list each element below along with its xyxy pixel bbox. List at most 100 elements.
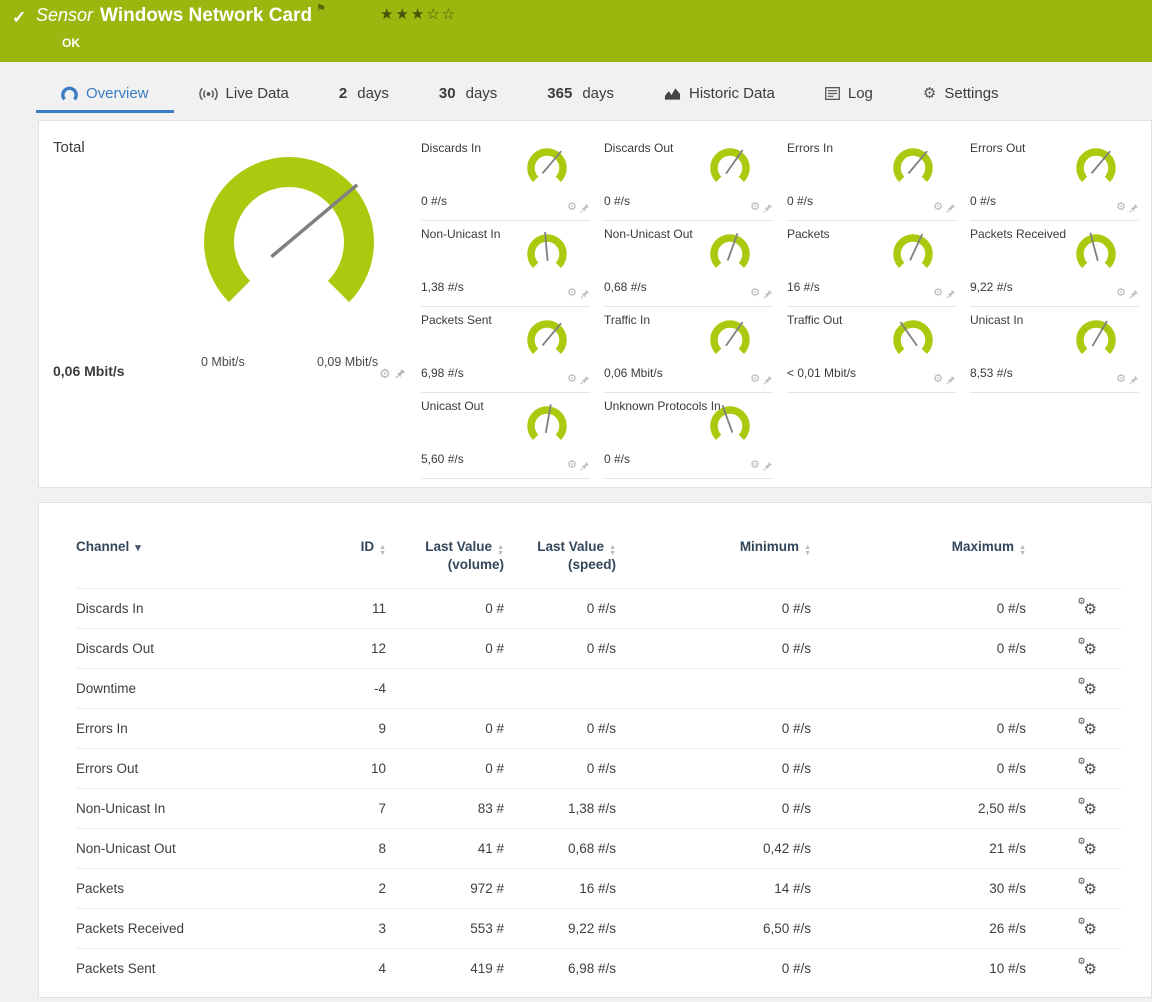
pin-icon[interactable] [763,289,773,299]
gauge-settings-icon[interactable]: ⚙ [933,288,943,299]
gauge-settings-icon[interactable]: ⚙ [933,202,943,213]
gauge-settings-icon[interactable]: ⚙ [567,460,577,471]
pin-icon[interactable] [580,375,590,385]
col-maximum[interactable]: Maximum▲▼ [811,539,1026,589]
flag-icon[interactable]: ⚑ [316,3,326,15]
gauge-settings-icon[interactable]: ⚙ [379,367,391,380]
channel-settings-icon[interactable]: ⚙⚙ [1084,680,1097,698]
status-check-icon: ✓ [12,8,26,28]
sort-icon[interactable]: ▲▼ [804,545,811,557]
col-last-value-speed[interactable]: Last Value▲▼ (speed) [504,539,616,589]
channel-settings-icon[interactable]: ⚙⚙ [1084,600,1097,618]
col-last-value-volume[interactable]: Last Value▲▼ (volume) [386,539,504,589]
tab-2-days[interactable]: 2 days [314,77,414,113]
sort-icon[interactable]: ▲▼ [497,545,504,557]
gauge-label: Discards In [421,141,481,155]
table-row[interactable]: Downtime -4 ⚙⚙ [76,669,1121,709]
gauge-errors-out: Errors Out 0 #/s ⚙ [970,135,1139,221]
gauge-settings-icon[interactable]: ⚙ [1116,202,1126,213]
gear-icon: ⚙ [923,84,936,102]
pin-icon[interactable] [946,289,956,299]
pin-icon[interactable] [1129,289,1139,299]
sort-icon[interactable]: ▲▼ [609,545,616,557]
channel-name[interactable]: Downtime [76,669,301,709]
tab-365-days[interactable]: 365 days [522,77,639,113]
gauge-settings-icon[interactable]: ⚙ [567,374,577,385]
table-row[interactable]: Errors Out 10 0 # 0 #/s 0 #/s 0 #/s ⚙⚙ [76,749,1121,789]
channel-id: -4 [301,669,386,709]
pin-icon[interactable] [580,461,590,471]
channel-settings-icon[interactable]: ⚙⚙ [1084,800,1097,818]
status-badge: OK [62,36,80,50]
minimum-value: 0 #/s [616,629,811,669]
priority-stars[interactable]: ★★★☆☆ [380,5,457,23]
gauge-settings-icon[interactable]: ⚙ [1116,288,1126,299]
channel-settings-icon[interactable]: ⚙⚙ [1084,840,1097,858]
pin-icon[interactable] [763,203,773,213]
tab-30-days[interactable]: 30 days [414,77,522,113]
pin-icon[interactable] [580,203,590,213]
table-row[interactable]: Packets 2 972 # 16 #/s 14 #/s 30 #/s ⚙⚙ [76,869,1121,909]
channel-name[interactable]: Discards In [76,589,301,629]
tab-overview[interactable]: Overview [36,77,174,113]
channel-settings-icon[interactable]: ⚙⚙ [1084,640,1097,658]
channel-name[interactable]: Non-Unicast In [76,789,301,829]
gauge-settings-icon[interactable]: ⚙ [567,288,577,299]
channel-name[interactable]: Errors In [76,709,301,749]
col-channel[interactable]: Channel▾ [76,539,301,589]
channel-name[interactable]: Packets Sent [76,949,301,989]
tab-label: Settings [944,85,998,102]
channel-settings-icon[interactable]: ⚙⚙ [1084,880,1097,898]
channel-id: 7 [301,789,386,829]
last-value-speed: 0 #/s [504,589,616,629]
table-row[interactable]: Discards Out 12 0 # 0 #/s 0 #/s 0 #/s ⚙⚙ [76,629,1121,669]
tab-bar: Overview Live Data 2 days 30 days 365 da… [36,76,1152,113]
last-value-volume: 0 # [386,629,504,669]
last-value-speed: 0 #/s [504,629,616,669]
channel-name[interactable]: Packets [76,869,301,909]
tab-settings[interactable]: ⚙ Settings [898,76,1024,113]
pin-icon[interactable] [1129,203,1139,213]
channel-name[interactable]: Discards Out [76,629,301,669]
gauge-settings-icon[interactable]: ⚙ [750,460,760,471]
tab-log[interactable]: Log [800,77,898,113]
pin-icon[interactable] [1129,375,1139,385]
channel-name[interactable]: Non-Unicast Out [76,829,301,869]
channel-name[interactable]: Packets Received [76,909,301,949]
last-value-volume: 419 # [386,949,504,989]
last-value-speed: 1,38 #/s [504,789,616,829]
gauge-settings-icon[interactable]: ⚙ [933,374,943,385]
gauge-settings-icon[interactable]: ⚙ [567,202,577,213]
pin-icon[interactable] [763,461,773,471]
gauge-settings-icon[interactable]: ⚙ [750,374,760,385]
table-row[interactable]: Packets Sent 4 419 # 6,98 #/s 0 #/s 10 #… [76,949,1121,989]
table-row[interactable]: Non-Unicast In 7 83 # 1,38 #/s 0 #/s 2,5… [76,789,1121,829]
pin-icon[interactable] [395,368,406,379]
sort-icon[interactable]: ▲▼ [379,545,386,557]
channel-name[interactable]: Errors Out [76,749,301,789]
empty-cell [787,393,956,479]
table-row[interactable]: Non-Unicast Out 8 41 # 0,68 #/s 0,42 #/s… [76,829,1121,869]
pin-icon[interactable] [946,203,956,213]
channel-settings-icon[interactable]: ⚙⚙ [1084,920,1097,938]
last-value-volume: 972 # [386,869,504,909]
pin-icon[interactable] [763,375,773,385]
area-chart-icon [664,87,681,101]
gauge-value: 0 #/s [787,194,813,208]
gauge-settings-icon[interactable]: ⚙ [750,288,760,299]
gauge-settings-icon[interactable]: ⚙ [1116,374,1126,385]
gauge-settings-icon[interactable]: ⚙ [750,202,760,213]
sort-icon[interactable]: ▲▼ [1019,545,1026,557]
table-row[interactable]: Errors In 9 0 # 0 #/s 0 #/s 0 #/s ⚙⚙ [76,709,1121,749]
channel-settings-icon[interactable]: ⚙⚙ [1084,960,1097,978]
col-minimum[interactable]: Minimum▲▼ [616,539,811,589]
table-row[interactable]: Packets Received 3 553 # 9,22 #/s 6,50 #… [76,909,1121,949]
channel-settings-icon[interactable]: ⚙⚙ [1084,720,1097,738]
tab-historic-data[interactable]: Historic Data [639,77,800,113]
pin-icon[interactable] [580,289,590,299]
table-row[interactable]: Discards In 11 0 # 0 #/s 0 #/s 0 #/s ⚙⚙ [76,589,1121,629]
channel-settings-icon[interactable]: ⚙⚙ [1084,760,1097,778]
pin-icon[interactable] [946,375,956,385]
tab-live-data[interactable]: Live Data [174,77,314,113]
col-id[interactable]: ID▲▼ [301,539,386,589]
